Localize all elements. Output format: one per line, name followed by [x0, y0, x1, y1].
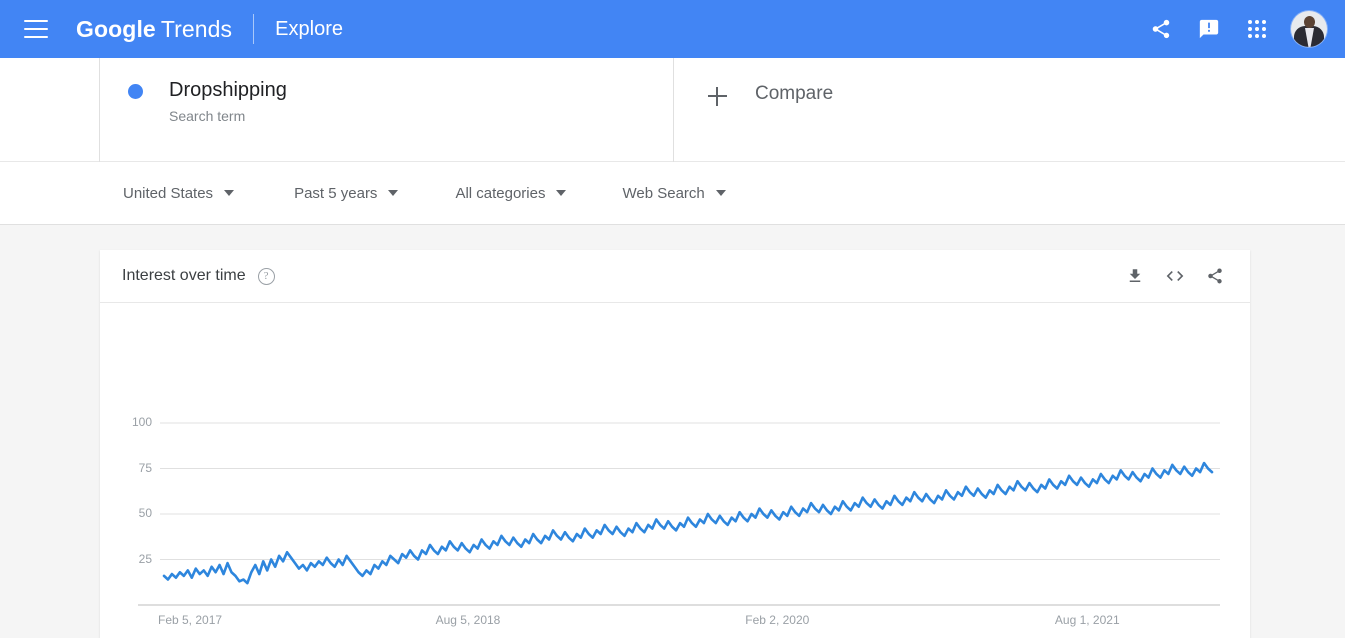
- filter-search-type-label: Web Search: [622, 184, 705, 202]
- filter-category[interactable]: All categories: [455, 184, 567, 202]
- share-glyph: [1208, 268, 1222, 284]
- y-axis-tick-label: 25: [138, 551, 152, 566]
- search-term-type: Search term: [169, 108, 246, 124]
- interest-over-time-line-chart: [138, 422, 1220, 606]
- filter-search-type[interactable]: Web Search: [622, 184, 726, 202]
- filter-category-label: All categories: [455, 184, 546, 202]
- hamburger-line: [24, 36, 48, 38]
- help-circle-icon[interactable]: ?: [257, 267, 275, 285]
- filter-time-range[interactable]: Past 5 years: [294, 184, 399, 202]
- search-term-label: Dropshipping: [169, 79, 287, 101]
- compare-button[interactable]: Compare: [674, 58, 1345, 162]
- apps-grid-dots: [1248, 20, 1266, 38]
- explore-link[interactable]: Explore: [275, 18, 343, 41]
- compare-label: Compare: [755, 83, 834, 104]
- hamburger-line: [24, 20, 48, 22]
- x-axis-tick-label: Feb 2, 2020: [745, 613, 810, 627]
- hamburger-line: [24, 28, 48, 30]
- filter-location[interactable]: United States: [123, 184, 235, 202]
- apps-grid-icon[interactable]: [1233, 5, 1281, 53]
- page-title: Interest over time: [122, 267, 246, 284]
- card-actions: [1124, 265, 1226, 287]
- interest-over-time-card: Interest over time ? 100755025 Feb 5,: [100, 250, 1250, 638]
- chevron-down-icon: [556, 190, 567, 196]
- chevron-down-icon: [388, 190, 399, 196]
- app-bar: Google Trends Explore: [0, 0, 1345, 58]
- search-term-color-dot: [128, 84, 143, 99]
- chart-plot-area[interactable]: 100 75 50 25 Feb 5, 2017 Aug 5, 2018 Feb 2, 2…: [100, 303, 1250, 637]
- app-bar-divider: [253, 14, 255, 44]
- filter-time-range-label: Past 5 years: [294, 184, 378, 202]
- download-glyph: [1129, 269, 1141, 282]
- google-trends-logo[interactable]: Google Trends: [76, 16, 232, 43]
- logo-trends: Trends: [160, 15, 233, 42]
- terms-left-gutter: [0, 58, 100, 162]
- share-glyph: [1152, 19, 1170, 39]
- embed-glyph: [1166, 271, 1184, 281]
- chevron-down-icon: [224, 190, 235, 196]
- x-axis-tick-label: Feb 5, 2017: [158, 613, 223, 627]
- y-axis-tick-label: 50: [138, 506, 152, 520]
- feedback-glyph: [1199, 19, 1219, 39]
- logo-google: Google: [76, 15, 156, 42]
- filter-bar: United States Past 5 years All categorie…: [0, 162, 1345, 225]
- filter-location-label: United States: [123, 184, 214, 202]
- feedback-icon[interactable]: [1185, 5, 1233, 53]
- plus-icon: [708, 87, 727, 106]
- y-axis-tick-label: 75: [138, 460, 152, 475]
- card-header: Interest over time ?: [100, 250, 1250, 303]
- share-icon[interactable]: [1204, 265, 1226, 287]
- avatar-head: [1304, 16, 1315, 28]
- hamburger-menu-icon[interactable]: [24, 20, 48, 38]
- series-line-dropshipping: [162, 461, 1214, 585]
- app-bar-actions: [1137, 5, 1327, 53]
- search-term-text: Dropshipping Search term: [169, 76, 287, 124]
- download-icon[interactable]: [1124, 265, 1146, 287]
- x-axis-tick-label: Aug 1, 2021: [1054, 613, 1120, 627]
- y-axis-tick-label: 100: [131, 415, 152, 429]
- x-axis-tick-label: Aug 5, 2018: [435, 613, 501, 627]
- share-icon[interactable]: [1137, 5, 1185, 53]
- search-terms-row: Dropshipping Search term Compare: [0, 58, 1345, 162]
- embed-icon[interactable]: [1164, 265, 1186, 287]
- search-term-card-0[interactable]: Dropshipping Search term: [100, 58, 674, 162]
- avatar[interactable]: [1291, 11, 1327, 47]
- chevron-down-icon: [715, 190, 726, 196]
